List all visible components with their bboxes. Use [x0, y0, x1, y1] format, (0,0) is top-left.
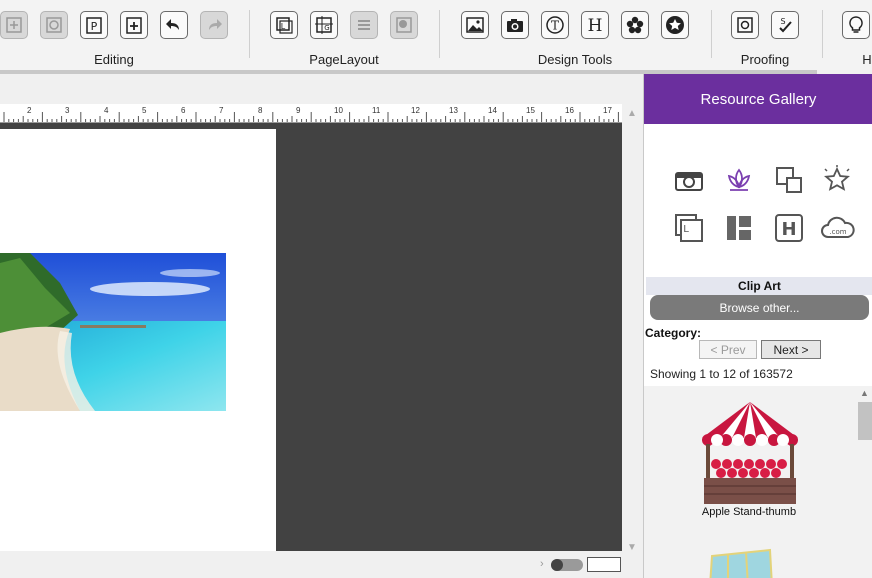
svg-text:L: L — [683, 224, 689, 235]
document-page[interactable] — [0, 129, 276, 551]
ruler-number: 8 — [258, 106, 263, 115]
clipart-thumbnail[interactable] — [698, 398, 802, 508]
image-icon[interactable] — [461, 11, 489, 39]
svg-text:P: P — [91, 20, 98, 33]
heading-icon[interactable]: H — [774, 213, 804, 243]
horizontal-ruler: 2 3 4 5 6 7 8 9 10 11 12 13 14 15 16 17 — [0, 104, 622, 123]
svg-text:T: T — [551, 19, 559, 33]
redo-icon[interactable] — [200, 11, 228, 39]
group-label-help: H — [862, 52, 872, 67]
scroll-up-arrow-icon[interactable]: ▲ — [627, 108, 637, 119]
scroll-up-arrow-icon[interactable]: ▲ — [860, 388, 869, 398]
svg-text:S: S — [780, 17, 785, 26]
heading-icon-glyph: H — [781, 219, 796, 240]
ruler-number: 11 — [372, 106, 381, 115]
star-outline-icon[interactable] — [822, 165, 852, 195]
panel-title: Resource Gallery — [644, 74, 872, 124]
camera-icon[interactable] — [501, 11, 529, 39]
zoom-input[interactable] — [587, 557, 621, 572]
beach-photo-graphic — [0, 253, 226, 411]
cloud-text: .com — [829, 228, 846, 236]
section-title: Clip Art — [646, 277, 872, 295]
paste-icon[interactable]: P — [80, 11, 108, 39]
flower-icon[interactable] — [621, 11, 649, 39]
resource-gallery-panel: Resource Gallery L H .com Clip Art Brows… — [643, 74, 872, 578]
ruler-number: 3 — [65, 106, 70, 115]
canvas-horizontal-scrollbar[interactable] — [0, 556, 642, 576]
insert-icon[interactable] — [0, 11, 28, 39]
group-label-editing: Editing — [94, 52, 134, 67]
design-canvas[interactable] — [0, 123, 622, 551]
star-badge-icon[interactable] — [661, 11, 689, 39]
canvas-vertical-scrollbar[interactable]: ▲ ▼ — [622, 104, 642, 556]
ruler-number: 9 — [296, 106, 301, 115]
ruler-number: 15 — [526, 106, 535, 115]
prev-page-button[interactable]: < Prev — [699, 340, 757, 359]
browse-other-button[interactable]: Browse other... — [650, 295, 869, 320]
add-page-icon[interactable] — [120, 11, 148, 39]
align-icon[interactable] — [350, 11, 378, 39]
proof-preview-icon[interactable] — [731, 11, 759, 39]
clipart-thumbnail-label: Apple Stand-thumb — [701, 506, 797, 518]
ruler-number: 7 — [219, 106, 224, 115]
ruler-number: 13 — [449, 106, 458, 115]
results-count: Showing 1 to 12 of 163572 — [650, 367, 793, 381]
group-label-proofing: Proofing — [740, 52, 790, 67]
clipart-thumbnail[interactable] — [706, 546, 776, 578]
ruler-number: 12 — [411, 106, 420, 115]
group-divider — [439, 10, 440, 58]
ribbon-toolbar: P Editing L G PageLayout T H Design Tool… — [0, 0, 872, 70]
columns-icon[interactable] — [724, 213, 754, 243]
clipart-results-list: Apple Stand-thumb — [644, 386, 872, 578]
group-label-pagelayout: PageLayout — [309, 52, 379, 67]
scroll-down-arrow-icon[interactable]: ▼ — [627, 542, 637, 553]
category-label: Category: — [645, 326, 702, 340]
guides-icon[interactable]: G — [310, 11, 338, 39]
group-divider — [711, 10, 712, 58]
gallery-scroll-thumb[interactable] — [858, 402, 872, 440]
beach-photo[interactable] — [0, 253, 226, 411]
ruler-number: 10 — [334, 106, 343, 115]
copy-icon[interactable] — [40, 11, 68, 39]
apple-stand-graphic — [702, 402, 798, 504]
shapes-icon[interactable] — [774, 165, 804, 195]
ruler-number: 4 — [104, 106, 109, 115]
group-divider — [249, 10, 250, 58]
group-label-design-tools: Design Tools — [537, 52, 613, 67]
ruler-number: 5 — [142, 106, 147, 115]
help-bulb-icon[interactable] — [842, 11, 870, 39]
scroll-right-arrow-icon[interactable]: › — [540, 558, 544, 570]
lotus-icon[interactable] — [724, 165, 754, 195]
next-page-button[interactable]: Next > — [761, 340, 821, 359]
camera-icon[interactable] — [674, 165, 704, 195]
ruler-number: 16 — [565, 106, 574, 115]
layout-frame-icon[interactable]: L — [674, 213, 704, 243]
layout-icon[interactable]: L — [270, 11, 298, 39]
ruler-number: 17 — [603, 106, 612, 115]
spellcheck-icon[interactable]: S — [771, 11, 799, 39]
svg-text:L: L — [281, 22, 286, 31]
next-clipart-graphic — [709, 548, 773, 578]
ruler-number: 2 — [27, 106, 32, 115]
text-icon[interactable]: T — [541, 11, 569, 39]
svg-text:H: H — [588, 16, 603, 35]
zoom-toggle[interactable] — [551, 559, 583, 571]
ruler-number: 6 — [181, 106, 186, 115]
group-divider — [822, 10, 823, 58]
ruler-number: 14 — [488, 106, 497, 115]
svg-text:G: G — [324, 24, 329, 32]
background-icon[interactable] — [390, 11, 418, 39]
undo-icon[interactable] — [160, 11, 188, 39]
cloud-dotcom-icon[interactable]: .com — [820, 213, 856, 243]
heading-icon[interactable]: H — [581, 11, 609, 39]
